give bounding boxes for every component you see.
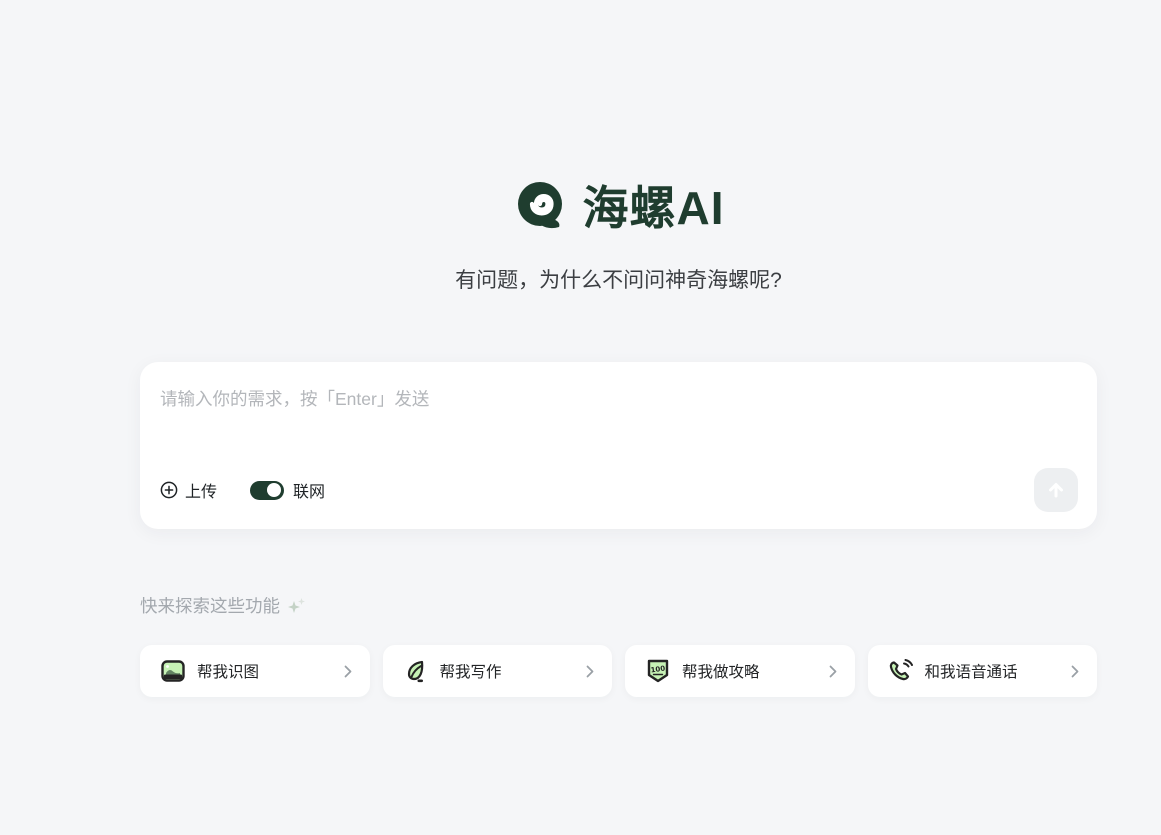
chevron-right-icon: [586, 665, 594, 678]
brand-header: 海螺AI: [140, 0, 1097, 238]
feature-card-image-recognition[interactable]: 帮我识图: [140, 645, 370, 697]
chevron-right-icon: [344, 665, 352, 678]
web-search-group: 联网: [250, 478, 325, 502]
composer-toolbar: 上传 联网: [160, 468, 1078, 512]
feature-card-label: 帮我写作: [440, 660, 502, 682]
sparkle-icon: [287, 597, 307, 615]
send-button[interactable]: [1034, 468, 1078, 512]
explore-heading: 快来探索这些功能: [140, 593, 1097, 618]
upload-button[interactable]: 上传: [160, 478, 217, 502]
image-recognition-icon: [161, 659, 185, 683]
feature-card-guide[interactable]: 100 帮我做攻略: [625, 645, 855, 697]
chevron-right-icon: [1071, 665, 1079, 678]
web-search-label: 联网: [293, 478, 325, 502]
guide-badge-icon: 100: [646, 659, 670, 683]
prompt-input[interactable]: [160, 386, 1077, 464]
snail-logo-icon: [513, 177, 569, 233]
web-search-toggle[interactable]: [250, 481, 284, 500]
tagline: 有问题，为什么不问问神奇海螺呢?: [140, 264, 1097, 294]
feature-card-label: 帮我识图: [197, 660, 259, 682]
feature-card-writing[interactable]: 帮我写作: [383, 645, 613, 697]
arrow-up-icon: [1045, 479, 1067, 501]
feature-card-label: 和我语音通话: [925, 660, 1018, 682]
feature-card-voice-call[interactable]: 和我语音通话: [868, 645, 1098, 697]
feature-card-label: 帮我做攻略: [682, 660, 760, 682]
voice-call-icon: [889, 659, 913, 683]
toggle-knob: [267, 483, 281, 497]
chevron-right-icon: [829, 665, 837, 678]
explore-heading-text: 快来探索这些功能: [140, 593, 280, 618]
plus-circle-icon: [160, 481, 178, 499]
upload-label: 上传: [185, 478, 217, 502]
writing-quill-icon: [404, 659, 428, 683]
brand-name: 海螺AI: [583, 172, 725, 238]
main-content: 海螺AI 有问题，为什么不问问神奇海螺呢? 上传 联网: [140, 0, 1097, 697]
prompt-composer: 上传 联网: [140, 362, 1097, 529]
feature-cards: 帮我识图 帮我写作: [140, 645, 1097, 697]
